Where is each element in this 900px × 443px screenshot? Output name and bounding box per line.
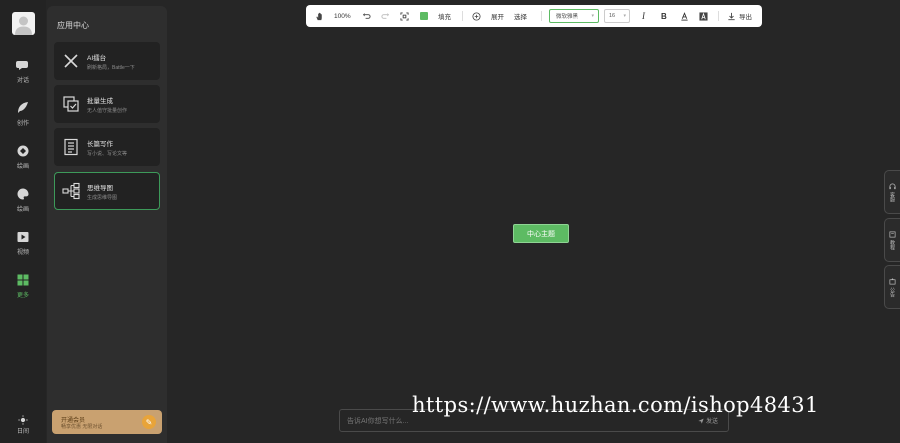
side-tab-service[interactable]: 客服 [884, 170, 900, 214]
card-subtitle: 生成思维导图 [87, 195, 118, 201]
select-button[interactable]: 选择 [514, 5, 527, 27]
palette-icon [17, 188, 29, 200]
rail-item-label: 绘画 [16, 207, 29, 213]
mindmap-toolbar: 100% 填充 展开 选择 微软雅黑 ▾ 16 ▾ I B 导出 [306, 5, 762, 27]
card-batch-generate[interactable]: 批量生成 无人值守批量创作 [54, 85, 160, 123]
toolbar-divider [718, 11, 719, 21]
promo-subtitle: 畅享优惠 无限对话 [61, 424, 103, 430]
rail-item-paint[interactable]: 绘画 [0, 144, 46, 178]
rail-item-draw[interactable]: 绘画 [0, 187, 46, 221]
card-long-writing[interactable]: 长篇写作 写小说、写论文等 [54, 128, 160, 166]
rail-item-video[interactable]: 视频 [0, 230, 46, 264]
notice-icon [889, 277, 896, 284]
card-subtitle: 刷新格局，Battle一下 [87, 65, 135, 71]
redo-button[interactable] [381, 5, 390, 27]
export-button[interactable]: 导出 [727, 5, 752, 27]
side-tab-label: 客服 [889, 191, 895, 202]
pan-button[interactable] [315, 5, 324, 27]
export-label: 导出 [739, 14, 752, 21]
send-label: 发送 [705, 419, 718, 425]
text-color-icon [681, 11, 688, 21]
zoom-level[interactable]: 100% [334, 5, 351, 27]
theme-toggle[interactable]: 日间 [0, 415, 46, 441]
side-tab-tutorial[interactable]: 教程 [884, 218, 900, 262]
font-family-value: 微软雅黑 [556, 14, 579, 20]
rail-item-label: 对话 [16, 78, 29, 84]
toolbar-divider [462, 11, 463, 21]
card-title: AI擂台 [87, 55, 107, 62]
download-icon [728, 12, 735, 20]
video-icon [17, 232, 29, 242]
expand-button[interactable]: 展开 [491, 5, 504, 27]
send-icon [698, 418, 704, 424]
card-subtitle: 写小说、写论文等 [87, 151, 128, 157]
rail-item-label: 创作 [16, 121, 29, 127]
side-tab-label: 教程 [889, 239, 895, 250]
font-size-value: 16 [609, 13, 616, 19]
card-title: 批量生成 [87, 98, 113, 105]
rail-item-label: 绘画 [16, 164, 29, 170]
fill-color-button[interactable] [420, 5, 428, 27]
rail-item-chat[interactable]: 对话 [0, 58, 46, 92]
headset-icon [889, 183, 896, 189]
fill-label[interactable]: 填充 [438, 5, 451, 27]
brush-icon [17, 145, 29, 157]
italic-button[interactable]: I [642, 5, 645, 27]
card-subtitle: 无人值守批量创作 [87, 108, 128, 114]
send-button[interactable]: 发送 [698, 416, 718, 425]
hand-icon [316, 12, 322, 20]
chat-icon [16, 61, 28, 70]
theme-label: 日间 [16, 429, 29, 435]
fill-swatch [420, 12, 428, 20]
card-title: 思维导图 [87, 185, 113, 192]
undo-icon [362, 12, 371, 19]
card-mind-map[interactable]: 思维导图 生成思维导图 [54, 172, 160, 210]
book-icon [889, 231, 896, 237]
redo-icon [381, 12, 390, 19]
side-tab-label: 公告 [889, 286, 895, 297]
font-size-select[interactable]: 16 ▾ [604, 9, 630, 23]
card-ai-arena[interactable]: AI擂台 刷新格局，Battle一下 [54, 42, 160, 80]
avatar[interactable] [12, 12, 35, 35]
add-node-button[interactable] [472, 5, 481, 27]
feather-icon [18, 102, 28, 113]
font-family-select[interactable]: 微软雅黑 ▾ [549, 9, 599, 23]
add-circle-icon [472, 11, 481, 21]
left-rail: 对话 创作 绘画 绘画 视频 更多 日间 [0, 0, 46, 443]
swords-icon [64, 54, 78, 68]
fit-view-button[interactable] [400, 5, 409, 27]
app-center-panel: 应用中心 AI擂台 刷新格局，Battle一下 批量生成 无人值守批量创作 长篇… [47, 6, 167, 443]
rail-item-more[interactable]: 更多 [0, 273, 46, 307]
text-color-button[interactable] [680, 5, 689, 27]
side-tab-notice[interactable]: 公告 [884, 265, 900, 309]
rail-item-label: 更多 [16, 293, 29, 299]
text-bg-button[interactable] [699, 5, 708, 27]
pencil-icon[interactable]: ✎ [142, 415, 156, 429]
mindmap-icon [62, 182, 80, 200]
undo-button[interactable] [362, 5, 371, 27]
sun-icon [18, 415, 28, 425]
mindmap-center-node[interactable]: 中心主题 [513, 224, 569, 243]
document-icon [64, 138, 78, 156]
rail-item-label: 视频 [16, 250, 29, 256]
card-title: 长篇写作 [87, 141, 113, 148]
grid-icon [17, 274, 29, 286]
chevron-down-icon: ▾ [591, 13, 594, 19]
bold-button[interactable]: B [661, 5, 667, 27]
chevron-down-icon: ▾ [623, 13, 626, 19]
text-background-icon [699, 11, 708, 21]
watermark-url: https://www.huzhan.com/ishop48431 [412, 393, 819, 417]
toolbar-divider [541, 11, 542, 21]
rail-item-create[interactable]: 创作 [0, 101, 46, 135]
panel-title: 应用中心 [57, 21, 89, 30]
vip-promo[interactable]: 开通会员 畅享优惠 无限对话 ✎ [52, 410, 162, 434]
batch-icon [63, 96, 79, 112]
fit-icon [400, 11, 409, 21]
